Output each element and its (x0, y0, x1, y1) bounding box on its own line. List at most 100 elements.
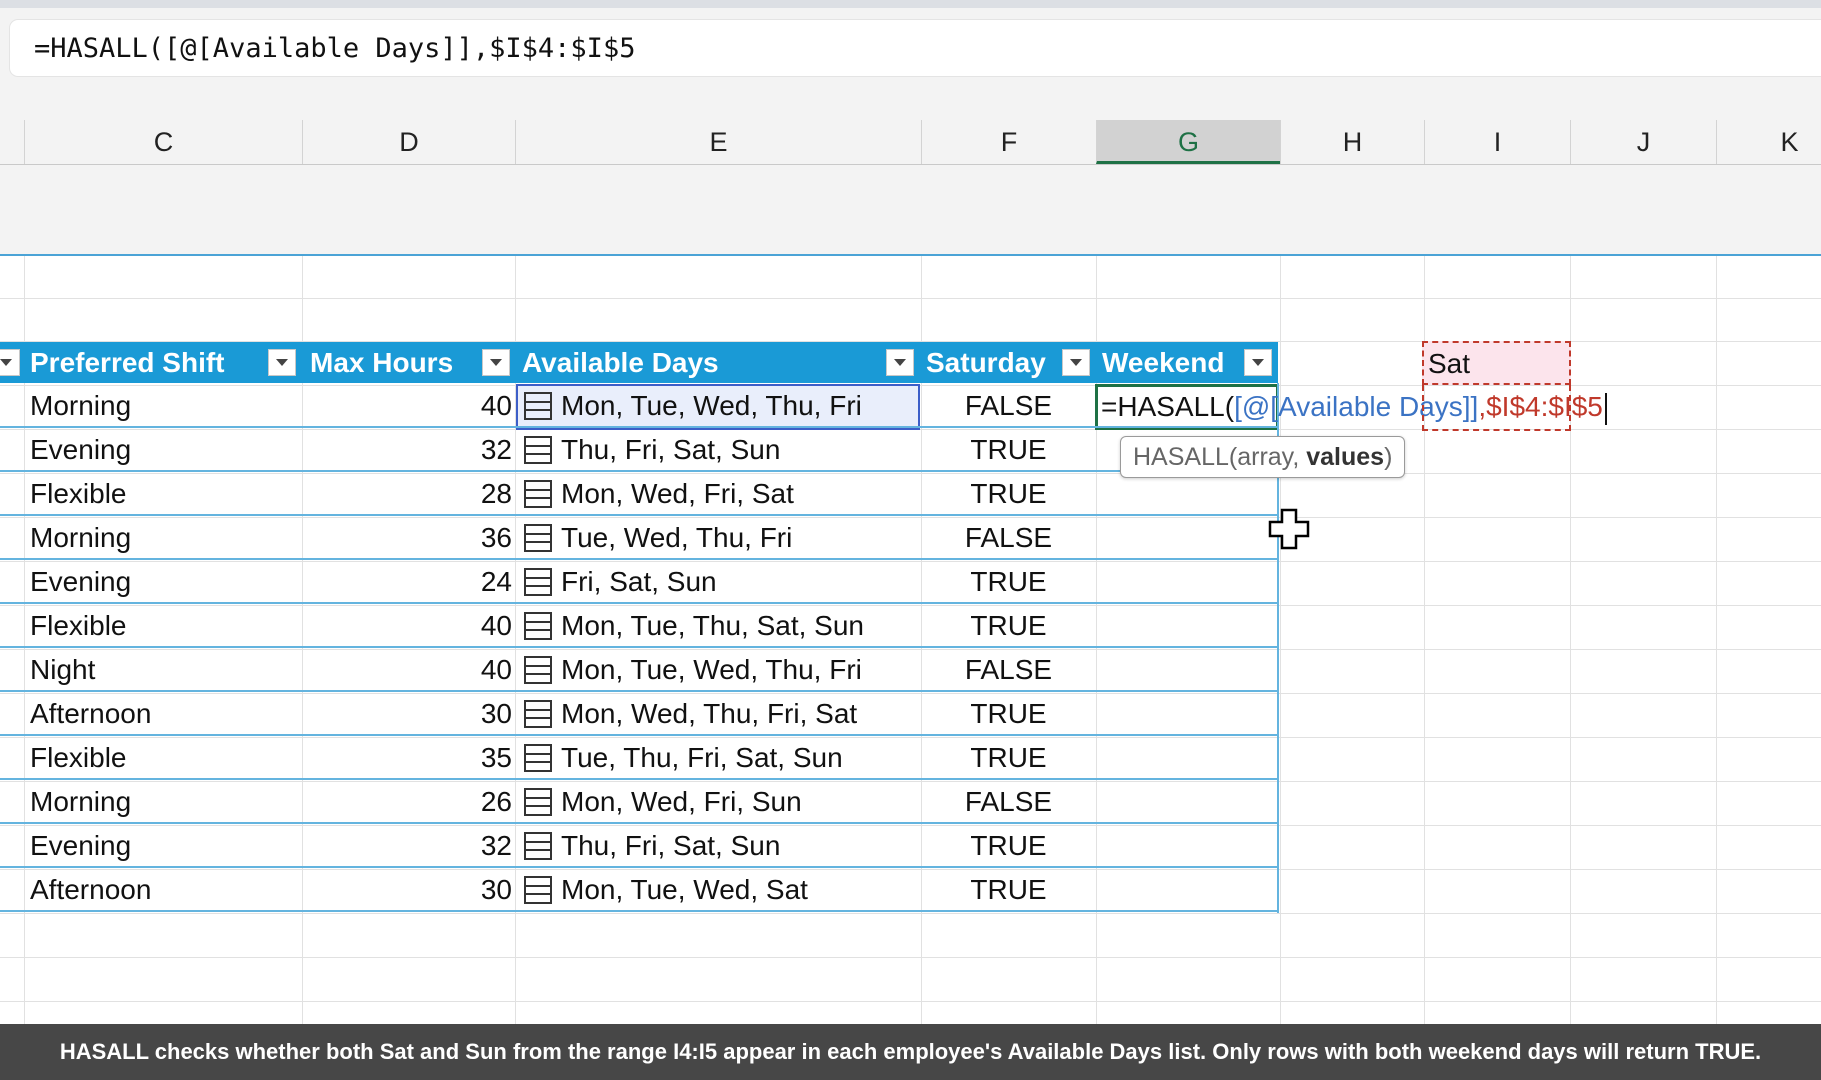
header-weekend[interactable]: Weekend (1098, 342, 1224, 383)
column-header-h[interactable]: H (1280, 120, 1424, 164)
cell-max-hours[interactable]: 40 (300, 384, 512, 426)
tooltip-arg-values: values (1306, 443, 1385, 471)
cell-saturday[interactable]: TRUE (921, 428, 1096, 470)
cell-max-hours[interactable]: 35 (300, 736, 512, 778)
cell-saturday[interactable]: TRUE (921, 604, 1096, 646)
table-row[interactable]: Evening 32 Thu, Fri, Sat, Sun TRUE (0, 428, 1278, 472)
cell-preferred-shift[interactable]: Evening (30, 428, 131, 470)
cell-saturday[interactable]: FALSE (921, 648, 1096, 690)
column-header-i[interactable]: I (1424, 120, 1570, 164)
table-row[interactable]: Afternoon 30 Mon, Wed, Thu, Fri, Sat TRUE (0, 692, 1278, 736)
cell-available-days[interactable]: Mon, Wed, Thu, Fri, Sat (561, 692, 857, 734)
cell-available-days[interactable]: Mon, Wed, Fri, Sat (561, 472, 794, 514)
rich-data-list-icon[interactable] (524, 788, 552, 816)
cell-available-days[interactable]: Mon, Wed, Fri, Sun (561, 780, 802, 822)
cell-preferred-shift[interactable]: Night (30, 648, 95, 690)
cell-max-hours[interactable]: 40 (300, 604, 512, 646)
cell-available-days[interactable]: Mon, Tue, Wed, Sat (561, 868, 808, 910)
table-row[interactable]: Morning 36 Tue, Wed, Thu, Fri FALSE (0, 516, 1278, 560)
filter-dropdown-preferred-shift[interactable] (268, 349, 296, 376)
function-tooltip[interactable]: HASALL(array, values) (1120, 436, 1406, 478)
cell-max-hours[interactable]: 30 (300, 868, 512, 910)
cell-max-hours[interactable]: 36 (300, 516, 512, 558)
column-header-k[interactable]: K (1716, 120, 1821, 164)
table-row[interactable]: Evening 32 Thu, Fri, Sat, Sun TRUE (0, 824, 1278, 868)
cell-saturday[interactable]: TRUE (921, 868, 1096, 910)
filter-dropdown-max-hours[interactable] (482, 349, 510, 376)
filter-dropdown-available-days[interactable] (886, 349, 914, 376)
rich-data-list-icon[interactable] (524, 656, 552, 684)
cell-preferred-shift[interactable]: Evening (30, 560, 131, 602)
window-top-strip (0, 0, 1821, 8)
cell-preferred-shift[interactable]: Morning (30, 516, 131, 558)
cell-saturday[interactable]: TRUE (921, 736, 1096, 778)
cell-saturday[interactable]: FALSE (921, 516, 1096, 558)
cell-preferred-shift[interactable]: Afternoon (30, 868, 151, 910)
table-row[interactable]: Flexible 40 Mon, Tue, Thu, Sat, Sun TRUE (0, 604, 1278, 648)
cell-max-hours[interactable]: 40 (300, 648, 512, 690)
column-header-e[interactable]: E (515, 120, 921, 164)
rich-data-list-icon[interactable] (524, 392, 552, 420)
cell-preferred-shift[interactable]: Flexible (30, 604, 126, 646)
cell-max-hours[interactable]: 30 (300, 692, 512, 734)
cell-available-days[interactable]: Tue, Thu, Fri, Sat, Sun (561, 736, 843, 778)
cell-saturday[interactable]: FALSE (921, 780, 1096, 822)
rich-data-list-icon[interactable] (524, 832, 552, 860)
table-row[interactable]: Evening 24 Fri, Sat, Sun TRUE (0, 560, 1278, 604)
cell-available-days[interactable]: Mon, Tue, Wed, Thu, Fri (561, 648, 862, 690)
cell-preferred-shift[interactable]: Morning (30, 780, 131, 822)
header-saturday[interactable]: Saturday (922, 342, 1046, 383)
column-header-g[interactable]: G (1096, 120, 1280, 164)
rich-data-list-icon[interactable] (524, 744, 552, 772)
cell-saturday[interactable]: TRUE (921, 472, 1096, 514)
cell-preferred-shift[interactable]: Morning (30, 384, 131, 426)
header-max-hours[interactable]: Max Hours (306, 342, 453, 383)
rich-data-list-icon[interactable] (524, 612, 552, 640)
cell-preferred-shift[interactable]: Flexible (30, 472, 126, 514)
column-header-c[interactable]: C (24, 120, 302, 164)
column-header-f[interactable]: F (921, 120, 1096, 164)
cell-saturday[interactable]: TRUE (921, 824, 1096, 866)
rich-data-list-icon[interactable] (524, 436, 552, 464)
column-header-j[interactable]: J (1570, 120, 1716, 164)
cell-saturday[interactable]: TRUE (921, 692, 1096, 734)
cell-max-hours[interactable]: 28 (300, 472, 512, 514)
tooltip-arg-array: array, (1237, 443, 1307, 471)
tooltip-function: HASALL( (1133, 443, 1238, 471)
formula-bar[interactable]: =HASALL([@[Available Days]],$I$4:$I$5 (10, 20, 1821, 76)
cell-available-days[interactable]: Mon, Tue, Thu, Sat, Sun (561, 604, 864, 646)
table-row[interactable]: Morning 26 Mon, Wed, Fri, Sun FALSE (0, 780, 1278, 824)
rich-data-list-icon[interactable] (524, 524, 552, 552)
cell-max-hours[interactable]: 24 (300, 560, 512, 602)
cell-available-days[interactable]: Mon, Tue, Wed, Thu, Fri (561, 384, 862, 426)
cell-available-days[interactable]: Thu, Fri, Sat, Sun (561, 824, 780, 866)
cell-saturday[interactable]: TRUE (921, 560, 1096, 602)
rich-data-list-icon[interactable] (524, 876, 552, 904)
header-preferred-shift[interactable]: Preferred Shift (26, 342, 225, 383)
filter-dropdown-saturday[interactable] (1062, 349, 1090, 376)
header-available-days[interactable]: Available Days (518, 342, 719, 383)
table-row[interactable]: Flexible 35 Tue, Thu, Fri, Sat, Sun TRUE (0, 736, 1278, 780)
cell-preferred-shift[interactable]: Flexible (30, 736, 126, 778)
lookup-range-i5-outline[interactable] (1422, 385, 1571, 431)
cell-available-days[interactable]: Thu, Fri, Sat, Sun (561, 428, 780, 470)
table-row[interactable]: Night 40 Mon, Tue, Wed, Thu, Fri FALSE (0, 648, 1278, 692)
table-row[interactable]: Flexible 28 Mon, Wed, Fri, Sat TRUE (0, 472, 1278, 516)
cell-max-hours[interactable]: 32 (300, 824, 512, 866)
column-header-d[interactable]: D (302, 120, 515, 164)
filter-dropdown-prev-column[interactable] (0, 349, 20, 376)
cell-preferred-shift[interactable]: Afternoon (30, 692, 151, 734)
cell-preferred-shift[interactable]: Evening (30, 824, 131, 866)
rich-data-list-icon[interactable] (524, 480, 552, 508)
cell-available-days[interactable]: Fri, Sat, Sun (561, 560, 717, 602)
rich-data-list-icon[interactable] (524, 568, 552, 596)
cell-available-days[interactable]: Tue, Wed, Thu, Fri (561, 516, 792, 558)
table-row[interactable]: Afternoon 30 Mon, Tue, Wed, Sat TRUE (0, 868, 1278, 912)
filter-dropdown-weekend[interactable] (1244, 349, 1272, 376)
cell-max-hours[interactable]: 32 (300, 428, 512, 470)
table-row[interactable]: Morning 40 Mon, Tue, Wed, Thu, Fri FALSE (0, 384, 1278, 428)
rich-data-list-icon[interactable] (524, 700, 552, 728)
formula-bar-text[interactable]: =HASALL([@[Available Days]],$I$4:$I$5 (34, 33, 635, 64)
cell-saturday[interactable]: FALSE (921, 384, 1096, 426)
cell-max-hours[interactable]: 26 (300, 780, 512, 822)
